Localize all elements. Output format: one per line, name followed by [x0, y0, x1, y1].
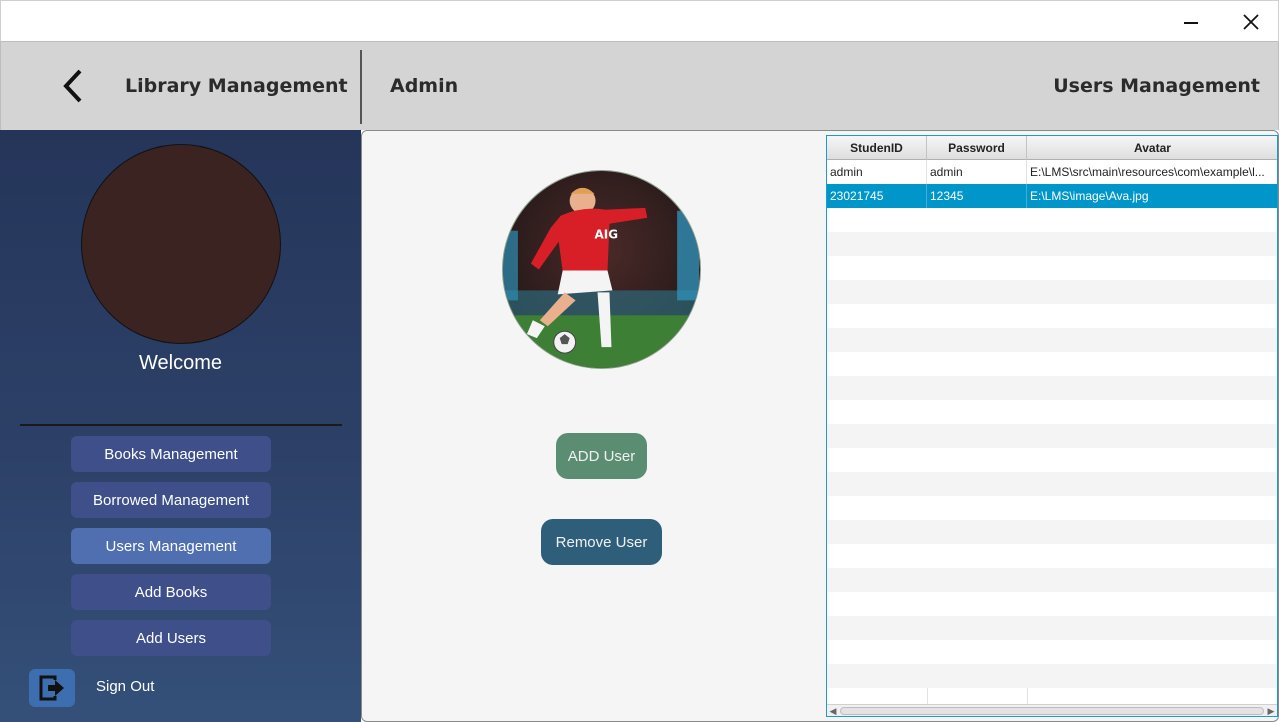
table-row[interactable] [827, 568, 1277, 592]
user-avatar-photo: AIG [502, 170, 701, 369]
svg-text:AIG: AIG [595, 228, 618, 242]
chevron-left-icon [63, 69, 82, 103]
sign-out-icon [39, 675, 64, 701]
add-user-button[interactable]: ADD User [556, 433, 647, 479]
nav-add-books[interactable]: Add Books [71, 574, 271, 610]
table-cell: 12345 [927, 184, 1027, 208]
sign-out-button[interactable] [29, 669, 75, 707]
table-row[interactable] [827, 664, 1277, 688]
close-button[interactable] [1228, 1, 1274, 43]
sign-out-label[interactable]: Sign Out [96, 678, 154, 695]
nav-books-management[interactable]: Books Management [71, 436, 271, 472]
table-row[interactable] [827, 352, 1277, 376]
column-header-avatar[interactable]: Avatar [1027, 136, 1277, 160]
sidebar: Welcome Books Management Borrowed Manage… [0, 130, 361, 722]
users-table: StudenID Password Avatar admin admin E:\LM… [826, 135, 1278, 717]
page-title: Users Management [1053, 75, 1260, 97]
table-row[interactable] [827, 376, 1277, 400]
table-row[interactable] [827, 520, 1277, 544]
footballer-photo: AIG [503, 171, 700, 368]
main-content: AIG ADD User Remove User StudenID Passwo… [361, 130, 1279, 722]
window-titlebar [0, 0, 1279, 42]
table-body: admin admin E:\LMS\src\main\resources\com\… [827, 160, 1277, 706]
table-row[interactable] [827, 304, 1277, 328]
table-cell: E:\LMS\src\main\resources\com\example\l.… [1027, 160, 1277, 184]
nav-borrowed-management[interactable]: Borrowed Management [71, 482, 271, 518]
header-divider [360, 50, 362, 124]
table-row[interactable] [827, 640, 1277, 664]
table-row[interactable] [827, 544, 1277, 568]
column-header-studentid[interactable]: StudenID [827, 136, 927, 160]
minimize-icon [1184, 22, 1198, 24]
remove-user-button[interactable]: Remove User [541, 519, 662, 565]
table-row[interactable] [827, 424, 1277, 448]
table-cell: E:\LMS\image\Ava.jpg [1027, 184, 1277, 208]
sidebar-divider [20, 424, 342, 426]
table-cell: admin [927, 160, 1027, 184]
nav-add-users[interactable]: Add Users [71, 620, 271, 656]
scrollbar-thumb[interactable] [840, 707, 1264, 715]
app-header: Library Management Admin Users Managemen… [0, 42, 1279, 130]
table-row[interactable] [827, 448, 1277, 472]
avatar [81, 144, 281, 344]
table-row[interactable] [827, 208, 1277, 232]
scroll-right-icon[interactable]: ▶ [1265, 705, 1277, 716]
welcome-label: Welcome [139, 352, 222, 374]
table-row[interactable] [827, 472, 1277, 496]
table-row[interactable] [827, 280, 1277, 304]
table-header: StudenID Password Avatar [827, 136, 1277, 160]
column-header-password[interactable]: Password [927, 136, 1027, 160]
user-role-label: Admin [390, 75, 459, 97]
table-row[interactable]: 23021745 12345 E:\LMS\image\Ava.jpg [827, 184, 1277, 208]
minimize-button[interactable] [1168, 1, 1214, 43]
table-row[interactable] [827, 400, 1277, 424]
back-button[interactable] [53, 66, 93, 106]
table-cell: admin [827, 160, 927, 184]
table-cell: 23021745 [827, 184, 927, 208]
table-row[interactable] [827, 616, 1277, 640]
close-icon [1243, 14, 1259, 30]
table-row[interactable] [827, 592, 1277, 616]
scroll-left-icon[interactable]: ◀ [827, 705, 839, 716]
table-row[interactable] [827, 232, 1277, 256]
app-title: Library Management [125, 75, 348, 97]
table-row[interactable] [827, 328, 1277, 352]
nav-users-management[interactable]: Users Management [71, 528, 271, 564]
table-row[interactable] [827, 496, 1277, 520]
table-row[interactable]: admin admin E:\LMS\src\main\resources\com\… [827, 160, 1277, 184]
table-row[interactable] [827, 256, 1277, 280]
horizontal-scrollbar[interactable]: ◀ ▶ [827, 704, 1277, 716]
